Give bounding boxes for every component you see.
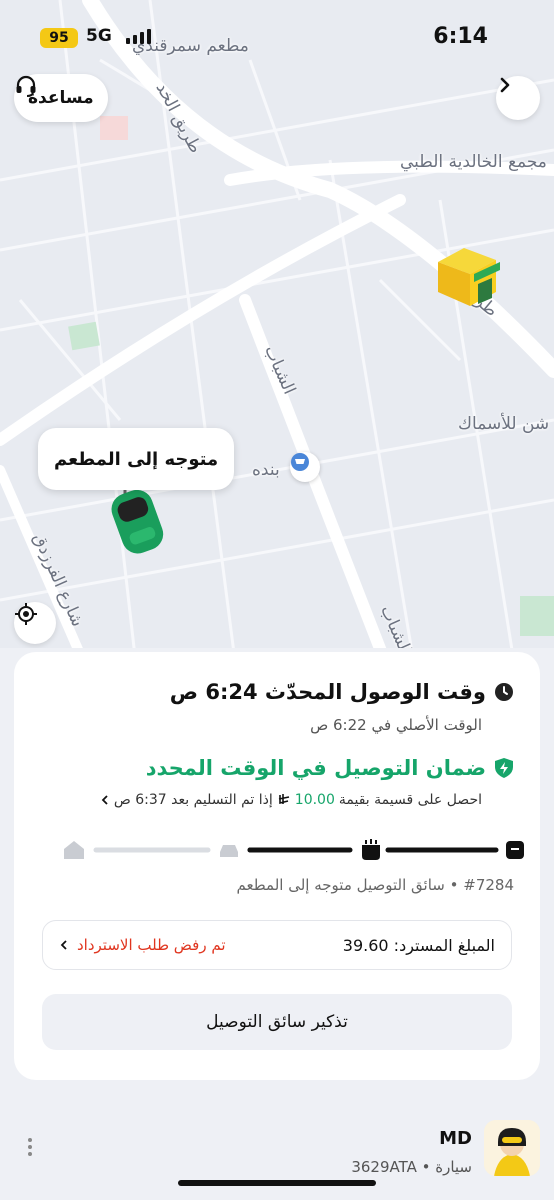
map-label-panda: بنده (252, 460, 280, 480)
chevron-left-icon (101, 795, 108, 805)
status-bar: 95 5G 6:14 (0, 0, 554, 76)
map-label-complex: مجمع الخالدية الطبي (400, 152, 547, 172)
clock-icon (495, 683, 513, 701)
guarantee-prefix: احصل على قسيمة بقيمة (338, 792, 482, 808)
refund-status-text: تم رفض طلب الاسترداد (77, 936, 226, 954)
driver-panel: MD سيارة • 3629ATA (0, 1110, 554, 1200)
eta-row: وقت الوصول المحدّث 6:24 ص (170, 680, 514, 704)
guarantee-row: ضمان التوصيل في الوقت المحدد (146, 756, 514, 780)
order-info: #7284 • سائق التوصيل متوجه إلى المطعم (236, 876, 514, 894)
battery-indicator: 95 (40, 28, 78, 48)
map-label-fish: شن للأسماك (458, 414, 550, 434)
map-view[interactable]: مطعم سمرقندي طريق الخد مجمع الخالدية الط… (0, 0, 554, 700)
refund-status: تم رفض طلب الاسترداد (59, 936, 226, 954)
guarantee-details[interactable]: احصل على قسيمة بقيمة 10.00 إذا تم التسلي… (100, 792, 482, 808)
eta-title: وقت الوصول المحدّث 6:24 ص (169, 680, 486, 704)
back-button[interactable] (496, 76, 540, 120)
progress-track (64, 839, 524, 860)
chevron-right-icon (500, 77, 510, 93)
status-time: 6:14 (433, 24, 488, 49)
shield-bolt-icon (495, 758, 513, 778)
eta-original: الوقت الأصلي في 6:22 ص (310, 716, 482, 734)
driver-name: MD (439, 1128, 472, 1149)
guarantee-suffix: إذا تم التسليم بعد 6:37 ص (113, 792, 273, 808)
network-indicator: 5G (86, 26, 112, 46)
signal-icon (126, 29, 151, 44)
guarantee-title: ضمان التوصيل في الوقت المحدد (145, 756, 486, 780)
driver-status-text: متوجه إلى المطعم (54, 448, 219, 470)
crosshair-icon (15, 603, 37, 625)
help-button[interactable]: مساعدة (14, 74, 108, 122)
vehicle-info: سيارة • 3629ATA (351, 1158, 472, 1176)
remind-driver-button[interactable]: تذكير سائق التوصيل (42, 994, 512, 1050)
chevron-left-icon (60, 940, 67, 950)
refund-row[interactable]: المبلغ المسترد: 39.60 تم رفض طلب الاسترد… (42, 920, 512, 970)
order-status-card: وقت الوصول المحدّث 6:24 ص الوقت الأصلي ف… (14, 652, 540, 1080)
headset-icon (16, 75, 36, 97)
driver-status-bubble: متوجه إلى المطعم (38, 428, 235, 490)
guarantee-amount: 10.00 (294, 792, 335, 808)
locate-button[interactable] (14, 602, 56, 644)
home-indicator (178, 1180, 376, 1186)
delivery-progress (40, 836, 526, 864)
refund-amount: المبلغ المسترد: 39.60 (342, 935, 495, 955)
driver-avatar (484, 1120, 540, 1176)
more-options-icon[interactable] (28, 1138, 32, 1156)
riyal-icon (278, 794, 289, 805)
store-pin-icon[interactable] (290, 452, 320, 482)
